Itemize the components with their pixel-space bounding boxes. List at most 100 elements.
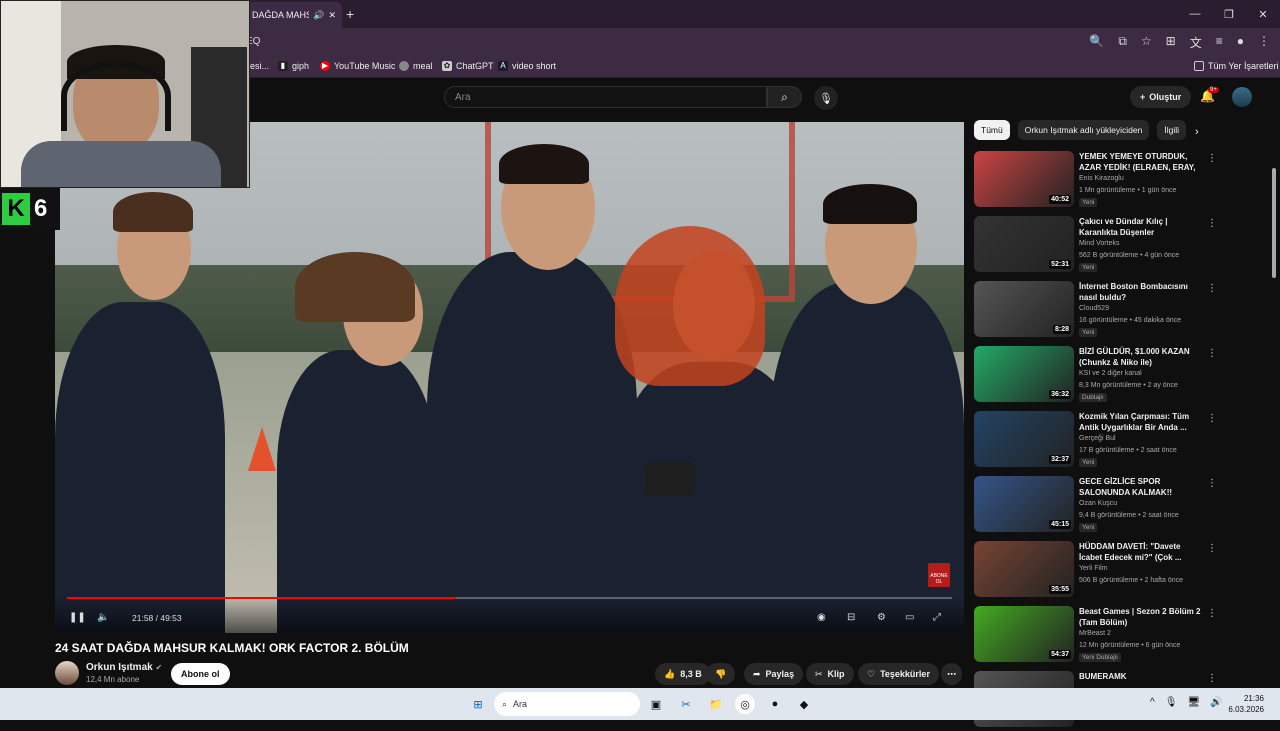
- bookmark-youtube-music[interactable]: ▶ YouTube Music: [320, 61, 395, 71]
- file-explorer-icon[interactable]: 📁: [706, 694, 726, 714]
- bookmark-meal[interactable]: meal: [399, 61, 433, 71]
- rec-channel[interactable]: KSI ve 2 diğer kanal: [1079, 370, 1142, 377]
- video-player[interactable]: ABONE OL ❚❚ 🔈 21:58 / 49:53 ◉ ⊟ ⚙ ▭ ⤢: [55, 122, 964, 633]
- profile-icon[interactable]: ●: [1237, 34, 1244, 51]
- clock[interactable]: 21:36 6.03.2026: [1228, 693, 1264, 715]
- video-thumbnail[interactable]: 36:32: [974, 346, 1074, 402]
- maximize-icon[interactable]: ❐: [1212, 0, 1246, 28]
- bookmark-giph[interactable]: ▮ giph: [278, 61, 309, 71]
- close-window-icon[interactable]: ✕: [1246, 0, 1280, 28]
- rec-channel[interactable]: Enis Kirazoglu: [1079, 175, 1124, 182]
- recommendation-item[interactable]: 32:37 Kozmik Yılan Çarpması: Tüm Antik Uy…: [974, 411, 1217, 471]
- all-bookmarks[interactable]: Tüm Yer İşaretleri: [1194, 61, 1279, 71]
- rec-channel[interactable]: Cloud529: [1079, 305, 1109, 312]
- bluestacks-icon[interactable]: ◆: [794, 694, 814, 714]
- cast-icon[interactable]: ⧉: [1118, 34, 1127, 51]
- progress-bar[interactable]: [67, 597, 952, 599]
- more-icon[interactable]: ⋮: [1207, 153, 1217, 164]
- thanks-button[interactable]: ♡ Teşekkürler: [858, 663, 939, 685]
- video-thumbnail[interactable]: 54:37: [974, 606, 1074, 662]
- more-icon[interactable]: ⋮: [1207, 543, 1217, 554]
- search-input[interactable]: Ara: [444, 86, 767, 108]
- miniplayer-icon[interactable]: ▭: [905, 612, 914, 623]
- rec-channel[interactable]: Mind Vorteks: [1079, 240, 1119, 247]
- account-avatar[interactable]: [1232, 87, 1252, 107]
- extensions-icon[interactable]: ⊞: [1166, 34, 1176, 51]
- rec-title[interactable]: BİZİ GÜLDÜR, $1.000 KAZAN (Chunkz & Niko…: [1079, 346, 1201, 368]
- more-icon[interactable]: ⋮: [1207, 673, 1217, 684]
- video-thumbnail[interactable]: 32:37: [974, 411, 1074, 467]
- subscribe-button[interactable]: Abone ol: [171, 663, 230, 685]
- rec-channel[interactable]: Gerçeği Bul: [1079, 435, 1116, 442]
- windows-start-icon[interactable]: ⊞: [468, 694, 488, 714]
- video-thumbnail[interactable]: 40:52: [974, 151, 1074, 207]
- video-thumbnail[interactable]: 35:55: [974, 541, 1074, 597]
- chrome-icon[interactable]: ◎: [735, 694, 755, 714]
- like-button[interactable]: 👍 8,3 B: [655, 663, 711, 685]
- app-icon[interactable]: ●: [765, 694, 785, 714]
- voice-search-button[interactable]: 🎙: [814, 86, 838, 110]
- rec-title[interactable]: HÜDDAM DAVETİ: "Davete İcabet Edecek mi?…: [1079, 541, 1201, 563]
- chip-uploader[interactable]: Orkun Işıtmak adlı yükleyiciden: [1017, 120, 1150, 140]
- recommendation-item[interactable]: 54:37 Beast Games | Sezon 2 Bölüm 2 (Tam …: [974, 606, 1217, 666]
- chip-all[interactable]: Tümü: [974, 120, 1010, 140]
- autoplay-icon[interactable]: ◉: [817, 612, 826, 623]
- rec-title[interactable]: BUMERAMK: [1079, 671, 1201, 682]
- speaker-icon[interactable]: 🔊: [313, 10, 324, 21]
- rec-title[interactable]: GECE GİZLİCE SPOR SALONUNDA KALMAK!!: [1079, 476, 1201, 498]
- fullscreen-icon[interactable]: ⤢: [933, 612, 941, 623]
- recommendation-item[interactable]: 52:31 Çakıcı ve Dündar Kılıç | Karanlıkta…: [974, 216, 1217, 276]
- rec-title[interactable]: YEMEK YEMEYE OTURDUK, AZAR YEDİK! (ELRAE…: [1079, 151, 1201, 173]
- more-icon[interactable]: ⋮: [1207, 478, 1217, 489]
- tab-close-icon[interactable]: ✕: [328, 10, 336, 21]
- subscribe-overlay[interactable]: ABONE OL: [928, 563, 950, 587]
- clip-button[interactable]: ✂ Klip: [806, 663, 854, 685]
- zoom-icon[interactable]: 🔍: [1089, 34, 1104, 51]
- create-button[interactable]: + Oluştur: [1130, 86, 1192, 108]
- playlist-icon[interactable]: ≡: [1216, 34, 1223, 51]
- taskbar-search[interactable]: ⌕ Ara: [494, 692, 640, 716]
- more-actions-button[interactable]: ⋯: [941, 663, 962, 685]
- more-icon[interactable]: ⋮: [1207, 348, 1217, 359]
- recommendation-item[interactable]: 40:52 YEMEK YEMEYE OTURDUK, AZAR YEDİK! (…: [974, 151, 1217, 211]
- recommendation-item[interactable]: 36:32 BİZİ GÜLDÜR, $1.000 KAZAN (Chunkz &…: [974, 346, 1217, 406]
- rec-channel[interactable]: Yerli Film: [1079, 565, 1108, 572]
- menu-icon[interactable]: ⋮: [1258, 34, 1270, 51]
- chevron-up-icon[interactable]: ^: [1150, 697, 1155, 708]
- bookmark-video-short[interactable]: Avideo short: [498, 61, 556, 71]
- recommendation-item[interactable]: 35:55 HÜDDAM DAVETİ: "Davete İcabet Edece…: [974, 541, 1217, 601]
- more-icon[interactable]: ⋮: [1207, 413, 1217, 424]
- search-button[interactable]: ⌕: [767, 86, 802, 108]
- task-view-icon[interactable]: ▣: [646, 694, 666, 714]
- rec-title[interactable]: İnternet Boston Bombacısını nasıl buldu?: [1079, 281, 1201, 303]
- share-button[interactable]: ➦ Paylaş: [744, 663, 804, 685]
- snipping-icon[interactable]: ✂: [676, 694, 696, 714]
- scrollbar[interactable]: [1272, 168, 1276, 278]
- bookmark-chatgpt[interactable]: ✿ ChatGPT: [442, 61, 494, 71]
- mic-tray-icon[interactable]: 🎙: [1165, 697, 1178, 708]
- chevron-right-icon[interactable]: ›: [1195, 126, 1199, 138]
- network-icon[interactable]: 🖥: [1187, 697, 1200, 708]
- chip-related[interactable]: İlgili: [1157, 120, 1187, 140]
- rec-title[interactable]: Kozmik Yılan Çarpması: Tüm Antik Uygarlı…: [1079, 411, 1201, 433]
- more-icon[interactable]: ⋮: [1207, 218, 1217, 229]
- volume-tray-icon[interactable]: 🔊: [1210, 697, 1222, 708]
- more-icon[interactable]: ⋮: [1207, 608, 1217, 619]
- video-thumbnail[interactable]: 45:15: [974, 476, 1074, 532]
- video-thumbnail[interactable]: 52:31: [974, 216, 1074, 272]
- minimize-icon[interactable]: —: [1178, 0, 1212, 28]
- channel-avatar[interactable]: [55, 661, 79, 685]
- pause-icon[interactable]: ❚❚: [69, 612, 86, 623]
- rec-channel[interactable]: MrBeast 2: [1079, 630, 1111, 637]
- volume-icon[interactable]: 🔈: [97, 612, 109, 623]
- dislike-button[interactable]: 👎: [706, 663, 736, 685]
- tab-active[interactable]: DAĞDA MAHS 🔊 ✕: [246, 2, 342, 28]
- recommendation-item[interactable]: 8:28 İnternet Boston Bombacısını nasıl bu…: [974, 281, 1217, 341]
- rec-title[interactable]: Beast Games | Sezon 2 Bölüm 2 (Tam Bölüm…: [1079, 606, 1201, 628]
- recommendation-item[interactable]: 45:15 GECE GİZLİCE SPOR SALONUNDA KALMAK!…: [974, 476, 1217, 536]
- star-icon[interactable]: ☆: [1141, 34, 1152, 51]
- rec-title[interactable]: Çakıcı ve Dündar Kılıç | Karanlıkta Düşe…: [1079, 216, 1201, 238]
- bookmark-item[interactable]: esi...: [250, 61, 269, 71]
- settings-icon[interactable]: ⚙: [877, 612, 886, 623]
- video-thumbnail[interactable]: 8:28: [974, 281, 1074, 337]
